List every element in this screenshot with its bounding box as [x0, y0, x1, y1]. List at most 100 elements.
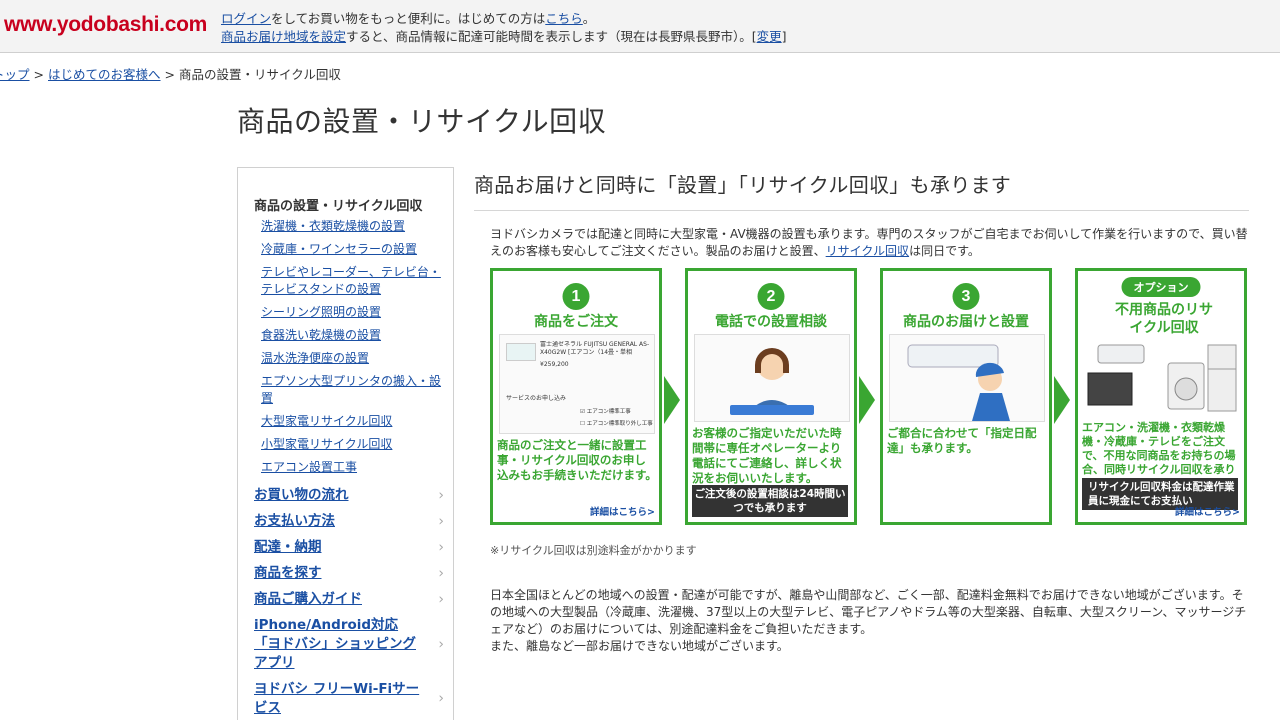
arrow-right-icon [664, 376, 680, 424]
delivery-area-paragraph: 日本全国ほとんどの地域への設置・配達が可能ですが、離島や山間部など、ごく一部、配… [490, 588, 1247, 636]
notice-text: ] [781, 29, 787, 44]
operator-icon [730, 348, 814, 415]
step-title: 商品をご注文 [534, 314, 618, 330]
notice-text: すると、商品情報に配達可能時間を表示します（現在は長野県長野市）。[ [346, 29, 757, 44]
sidebar-main-list: お買い物の流れ › お支払い方法 › 配達・納期 › 商品を探す › 商品ご購入ガイド ›… [254, 486, 444, 720]
sidebar-subitem[interactable]: シーリング照明の設置 [261, 304, 441, 321]
sidebar: 商品の設置・リサイクル回収 洗濯機・衣類乾燥機の設置 冷蔵庫・ワインセラーの設置… [237, 167, 454, 720]
sidebar-subitem-link[interactable]: 大型家電リサイクル回収 [261, 414, 392, 428]
illus-product-name: 富士通ゼネラル FUJITSU GENERAL AS-X40G2W [エアコン（… [540, 341, 650, 356]
arrow-right-icon [859, 376, 875, 424]
sidebar-subitem[interactable]: 食器洗い乾燥機の設置 [261, 327, 441, 344]
breadcrumb-first-time-link[interactable]: はじめてのお客様へ [48, 67, 161, 82]
step-2-panel: 2 電話での設置相談 お客様のご指定いただいた時間帯に専任オペレーターより電話に… [685, 268, 857, 525]
site-header: www.yodobashi.com ログインをしてお買い物をもっと便利に。はじめ… [0, 0, 1280, 53]
sidebar-subitem[interactable]: テレビやレコーダー、テレビ台・テレビスタンドの設置 [261, 264, 441, 298]
notice-text: をしてお買い物をもっと便利に。はじめての方は [271, 11, 546, 26]
step-description: ご都合に合わせて「指定日配達」も承ります。 [887, 426, 1037, 455]
sidebar-item-delivery[interactable]: 配達・納期 › [254, 538, 444, 557]
login-link[interactable]: ログイン [221, 11, 271, 26]
set-delivery-area-link[interactable]: 商品お届け地域を設定 [221, 29, 346, 44]
intro-paragraph: ヨドバシカメラでは配達と同時に大型家電・AV機器の設置も承ります。専門のスタッフ… [490, 226, 1250, 260]
option-badge: オプション [1121, 277, 1201, 297]
breadcrumb-current: 商品の設置・リサイクル回収 [179, 67, 341, 82]
recycle-link[interactable]: リサイクル回収 [826, 244, 909, 258]
illus-option-2: ☐ エアコン標準取り外し工事 [580, 421, 653, 427]
recycle-fee-note: ※リサイクル回収は別途料金がかかります [490, 544, 697, 557]
sidebar-item-wifi[interactable]: ヨドバシ フリーWi-Fiサービス › [254, 680, 444, 718]
sidebar-subitem[interactable]: 洗濯機・衣類乾燥機の設置 [261, 218, 441, 235]
step-description: 商品のご注文と一緒に設置工事・リサイクル回収のお申し込みもお手続きいただけます。 [497, 438, 657, 482]
sidebar-subitem-link[interactable]: 洗濯機・衣類乾燥機の設置 [261, 219, 405, 233]
illus-service-label: サービスのお申し込み [506, 395, 567, 402]
sidebar-item-payment[interactable]: お支払い方法 › [254, 512, 444, 531]
chevron-right-icon: › [438, 513, 444, 529]
sidebar-item-link[interactable]: お支払い方法 [254, 513, 335, 529]
sidebar-subitem[interactable]: 温水洗浄便座の設置 [261, 350, 441, 367]
sidebar-section-head: 商品の設置・リサイクル回収 [254, 199, 423, 214]
change-area-link[interactable]: 変更 [757, 29, 782, 44]
remote-area-paragraph: また、離島など一部お届けできない地域がございます。 [490, 639, 789, 653]
sidebar-item-purchase-guide[interactable]: 商品ご購入ガイド › [254, 590, 444, 609]
operator-illustration [694, 334, 850, 422]
illus-option-1-label: エアコン標準工事 [586, 409, 631, 415]
sidebar-subitem-link[interactable]: 小型家電リサイクル回収 [261, 437, 392, 451]
page-title: 商品の設置・リサイクル回収 [237, 105, 607, 138]
steps-diagram: 1 商品をご注文 富士通ゼネラル FUJITSU GENERAL AS-X40G… [490, 268, 1250, 525]
step-1-details-link[interactable]: 詳細はこちら> [590, 504, 655, 518]
illus-price: ¥259,200 [540, 361, 569, 368]
sidebar-item-link[interactable]: 商品を探す [254, 565, 322, 581]
intro-text: は同日です。 [909, 244, 980, 258]
step-title: 不用商品のリサイクル回収 [1115, 302, 1213, 336]
installer-illustration [889, 334, 1045, 422]
sidebar-item-link[interactable]: 配達・納期 [254, 539, 322, 555]
chevron-right-icon: › [438, 487, 444, 503]
delivery-area-text: 日本全国ほとんどの地域への設置・配達が可能ですが、離島や山間部など、ごく一部、配… [490, 587, 1250, 655]
chevron-right-icon: › [438, 591, 444, 607]
sidebar-subitem[interactable]: 冷蔵庫・ワインセラーの設置 [261, 241, 441, 258]
sidebar-subitem-link[interactable]: テレビやレコーダー、テレビ台・テレビスタンドの設置 [261, 265, 441, 296]
order-screen-illustration: 富士通ゼネラル FUJITSU GENERAL AS-X40G2W [エアコン（… [499, 334, 655, 434]
sidebar-item-link[interactable]: ヨドバシ フリーWi-Fiサービス [254, 681, 419, 716]
sidebar-item-link[interactable]: お買い物の流れ [254, 487, 349, 503]
step-2-note-box: ご注文後の設置相談は24時間いつでも承ります [692, 485, 848, 517]
chevron-right-icon: › [438, 690, 444, 707]
step-3-panel: 3 商品のお届けと設置 ご都合に合わせて「指定日配達」も承ります。 [880, 268, 1052, 525]
header-notice: ログインをしてお買い物をもっと便利に。はじめての方はこちら。 商品お届け地域を設… [221, 10, 787, 46]
sidebar-item-search[interactable]: 商品を探す › [254, 564, 444, 583]
step-option-panel: オプション 不用商品のリサイクル回収 エアコン・洗濯機・衣類乾燥機・冷蔵庫・テレ… [1075, 268, 1247, 525]
breadcrumb-top-link[interactable]: トップ [0, 67, 30, 82]
sidebar-subitem-link[interactable]: エアコン設置工事 [261, 460, 357, 474]
sidebar-subitem-link[interactable]: 冷蔵庫・ワインセラーの設置 [261, 242, 417, 256]
sidebar-item-link[interactable]: 商品ご購入ガイド [254, 591, 362, 607]
sidebar-subitem-link[interactable]: エプソン大型プリンタの搬入・設置 [261, 374, 441, 405]
sidebar-subitem-link[interactable]: シーリング照明の設置 [261, 305, 381, 319]
breadcrumb: トップ>はじめてのお客様へ>商品の設置・リサイクル回収 [0, 64, 341, 83]
sidebar-subitem[interactable]: 大型家電リサイクル回収 [261, 413, 441, 430]
logo-tld: .com [159, 13, 207, 36]
sidebar-item-shopping-flow[interactable]: お買い物の流れ › [254, 486, 444, 505]
breadcrumb-separator: > [164, 67, 175, 82]
step-number: 2 [757, 283, 785, 310]
step-1-panel: 1 商品をご注文 富士通ゼネラル FUJITSU GENERAL AS-X40G… [490, 268, 662, 525]
yodobashi-logo[interactable]: www.yodobashi.com [4, 13, 207, 37]
appliances-icon [1087, 344, 1237, 412]
sidebar-item-link[interactable]: iPhone/Android対応「ヨドバシ」ショッピングアプリ [254, 617, 416, 671]
sidebar-subitem[interactable]: 小型家電リサイクル回収 [261, 436, 441, 453]
sidebar-subitem[interactable]: エプソン大型プリンタの搬入・設置 [261, 373, 441, 407]
step-number: 1 [562, 283, 590, 310]
notice-line-1: ログインをしてお買い物をもっと便利に。はじめての方はこちら。 [221, 10, 787, 28]
first-time-link[interactable]: こちら [545, 11, 583, 26]
sidebar-sub-list: 洗濯機・衣類乾燥機の設置 冷蔵庫・ワインセラーの設置 テレビやレコーダー、テレビ… [261, 218, 441, 482]
sidebar-subitem[interactable]: エアコン設置工事 [261, 459, 441, 476]
option-details-link[interactable]: 詳細はこちら> [1175, 504, 1240, 518]
notice-text: 。 [582, 11, 596, 26]
illus-option-1: ☑ エアコン標準工事 [580, 409, 631, 415]
sidebar-subitem-link[interactable]: 温水洗浄便座の設置 [261, 351, 369, 365]
illus-option-2-label: エアコン標準取り外し工事 [586, 421, 653, 427]
step-number: 3 [952, 283, 980, 310]
sidebar-item-app[interactable]: iPhone/Android対応「ヨドバシ」ショッピングアプリ › [254, 616, 444, 673]
sidebar-subitem-link[interactable]: 食器洗い乾燥機の設置 [261, 328, 381, 342]
installer-icon [907, 344, 1010, 421]
step-title: 商品のお届けと設置 [903, 314, 1029, 330]
